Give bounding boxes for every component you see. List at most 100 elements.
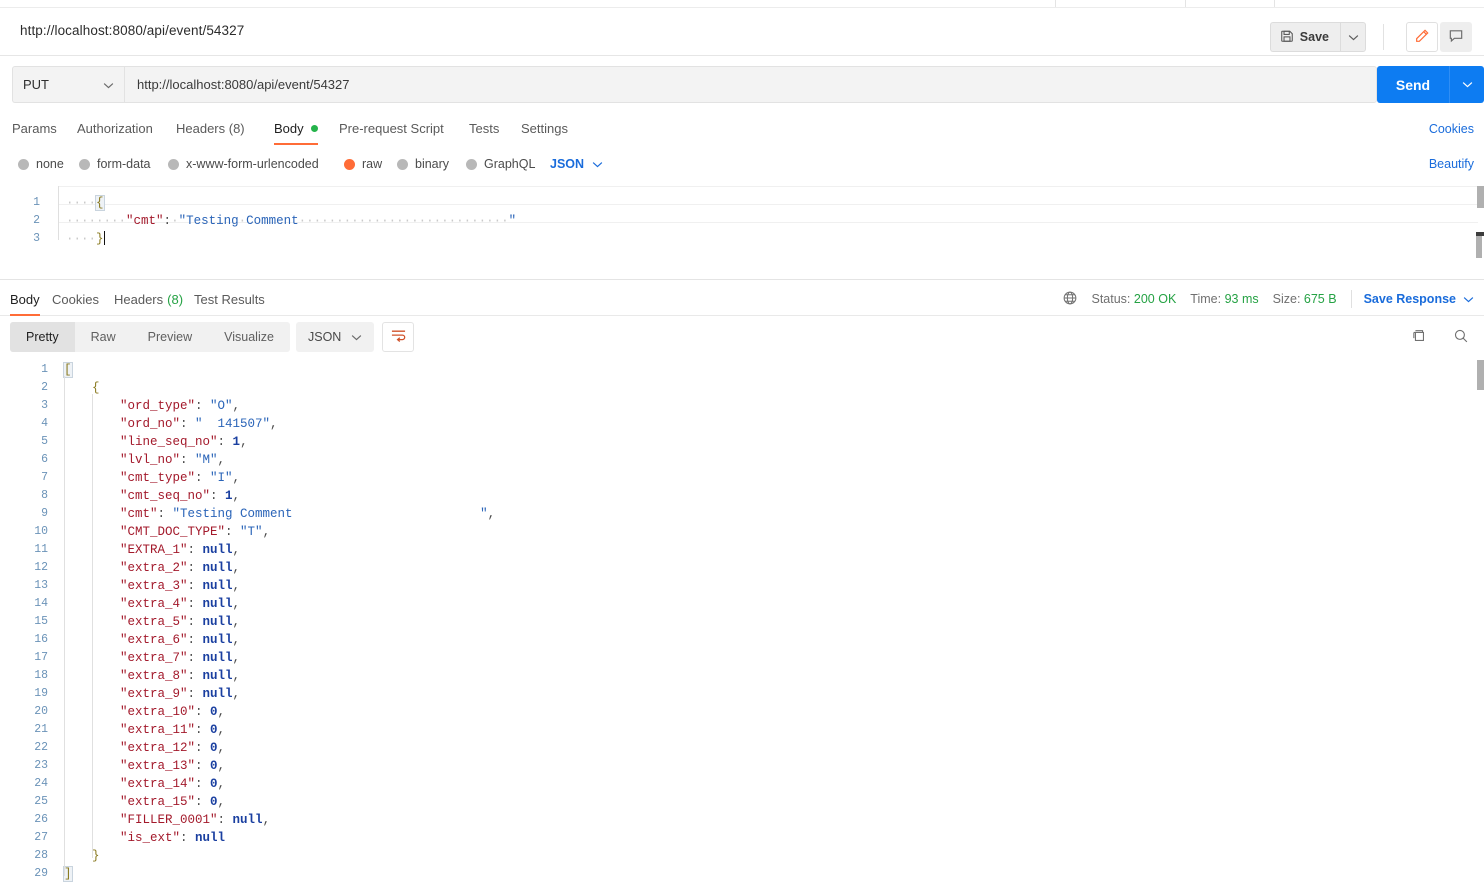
line-number: 11 <box>34 543 48 556</box>
response-body-line: "CMT_DOC_TYPE": "T", <box>120 525 271 539</box>
beautify-link[interactable]: Beautify <box>1429 148 1474 180</box>
tab-settings[interactable]: Settings <box>521 112 568 145</box>
save-response-button[interactable]: Save Response <box>1364 292 1474 306</box>
radio-icon <box>168 158 179 170</box>
line-number: 15 <box>34 615 48 628</box>
body-type-form-data[interactable]: form-data <box>79 148 151 180</box>
http-method-selector[interactable]: PUT <box>12 66 124 103</box>
tab-label: Body <box>274 121 304 136</box>
url-input[interactable]: http://localhost:8080/api/event/54327 <box>124 66 1377 103</box>
response-status-bar: Status: 200 OK Time: 93 ms Size: 675 B S… <box>1062 282 1475 316</box>
comment-button[interactable] <box>1440 22 1472 52</box>
tab-pre-request-script[interactable]: Pre-request Script <box>339 112 444 145</box>
status-divider <box>1350 290 1352 308</box>
send-button[interactable]: Send <box>1377 66 1449 103</box>
tab-body[interactable]: Body <box>274 112 318 145</box>
line-number: 20 <box>34 705 48 718</box>
request-body-editor[interactable]: 1 2 3 ····{ ········"cmt":·"Testing·Comm… <box>0 186 1484 280</box>
tab-label: Cookies <box>52 291 99 307</box>
tab-strip <box>0 0 1484 8</box>
line-number: 4 <box>41 417 48 430</box>
active-tab-underline <box>274 143 318 145</box>
response-body-line: [ <box>63 362 73 378</box>
search-button[interactable] <box>1450 326 1472 348</box>
tab-label: Authorization <box>77 121 153 136</box>
line-number: 23 <box>34 759 48 772</box>
response-body-viewer[interactable]: 1 [2 {3 "ord_type": "O", 4 "ord_no": " 141507… <box>0 358 1484 894</box>
line-number: 3 <box>41 399 48 412</box>
line-number: 27 <box>34 831 48 844</box>
response-body-line: "cmt_type": "I", <box>120 471 241 485</box>
response-tab-cookies[interactable]: Cookies <box>52 282 99 316</box>
body-type-graphql[interactable]: GraphQL <box>466 148 535 180</box>
response-tab-body[interactable]: Body <box>10 282 40 316</box>
tab-label: Body <box>10 291 40 307</box>
response-body-line: "lvl_no": "M", <box>120 453 226 467</box>
view-mode-raw[interactable]: Raw <box>75 322 132 352</box>
http-method-label: PUT <box>23 77 49 92</box>
response-vertical-scrollbar[interactable] <box>1477 360 1484 390</box>
view-mode-pretty[interactable]: Pretty <box>10 322 75 352</box>
tab-label: Params <box>12 121 57 136</box>
save-options-dropdown[interactable] <box>1340 22 1366 52</box>
word-wrap-button[interactable] <box>382 322 414 352</box>
body-format-selector[interactable]: JSON <box>550 148 603 180</box>
body-type-label: x-www-form-urlencoded <box>186 157 319 171</box>
response-body-line: { <box>92 381 100 395</box>
body-type-raw[interactable]: raw <box>344 148 382 180</box>
response-size: Size: 675 B <box>1272 292 1337 306</box>
chevron-down-icon <box>1463 292 1474 306</box>
editor-vertical-scrollbar-lower[interactable] <box>1476 236 1482 258</box>
line-number: 14 <box>34 597 48 610</box>
response-tab-test-results[interactable]: Test Results <box>194 282 265 316</box>
response-format-label: JSON <box>308 330 342 344</box>
body-type-label: binary <box>415 157 450 171</box>
chevron-down-icon <box>351 330 362 344</box>
line-number: 12 <box>34 561 48 574</box>
response-action-icons <box>1408 322 1472 352</box>
body-type-binary[interactable]: binary <box>397 148 449 180</box>
line-number: 16 <box>34 633 48 646</box>
editor-vertical-scrollbar[interactable] <box>1477 186 1484 208</box>
response-body-line: "EXTRA_1": null, <box>120 543 241 557</box>
indent-guide <box>64 376 65 876</box>
response-tab-headers[interactable]: Headers (8) <box>114 282 183 316</box>
request-tabs: Params Authorization Headers (8) Body Pr… <box>0 112 1484 145</box>
line-number: 10 <box>34 525 48 538</box>
line-number: 3 <box>33 232 40 245</box>
line-number: 28 <box>34 849 48 862</box>
tab-params[interactable]: Params <box>12 112 57 145</box>
response-body-line: "extra_14": 0, <box>120 777 226 791</box>
toolbar-divider <box>1383 24 1384 50</box>
view-mode-preview[interactable]: Preview <box>132 322 208 352</box>
save-button[interactable]: Save <box>1269 22 1340 52</box>
body-type-none[interactable]: none <box>18 148 64 180</box>
copy-button[interactable] <box>1408 326 1430 348</box>
response-format-selector[interactable]: JSON <box>296 322 375 352</box>
save-response-label: Save Response <box>1363 292 1456 306</box>
radio-icon <box>466 158 477 170</box>
line-number: 18 <box>34 669 48 682</box>
floppy-disk-icon <box>1280 29 1294 46</box>
tab-tests[interactable]: Tests <box>469 112 499 145</box>
line-number: 13 <box>34 579 48 592</box>
edit-request-button[interactable] <box>1406 22 1438 52</box>
cookies-link[interactable]: Cookies <box>1429 112 1474 145</box>
response-body-line: "extra_6": null, <box>120 633 241 647</box>
body-type-x-www-form-urlencoded[interactable]: x-www-form-urlencoded <box>168 148 319 180</box>
request-body-line-3: ····} <box>66 231 106 246</box>
view-mode-visualize[interactable]: Visualize <box>208 322 290 352</box>
radio-icon <box>397 158 408 170</box>
tab-headers[interactable]: Headers (8) <box>176 112 245 145</box>
send-options-dropdown[interactable] <box>1449 66 1484 103</box>
tab-authorization[interactable]: Authorization <box>77 112 153 145</box>
copy-icon <box>1411 328 1427 347</box>
radio-icon <box>79 158 90 170</box>
postman-window: http://localhost:8080/api/event/54327 Sa… <box>0 0 1484 894</box>
response-body-line: "is_ext": null <box>120 831 226 845</box>
line-number: 5 <box>41 435 48 448</box>
comment-icon <box>1448 28 1464 47</box>
save-button-label: Save <box>1299 30 1329 44</box>
line-number: 6 <box>41 453 48 466</box>
response-body-line: "extra_12": 0, <box>120 741 226 755</box>
